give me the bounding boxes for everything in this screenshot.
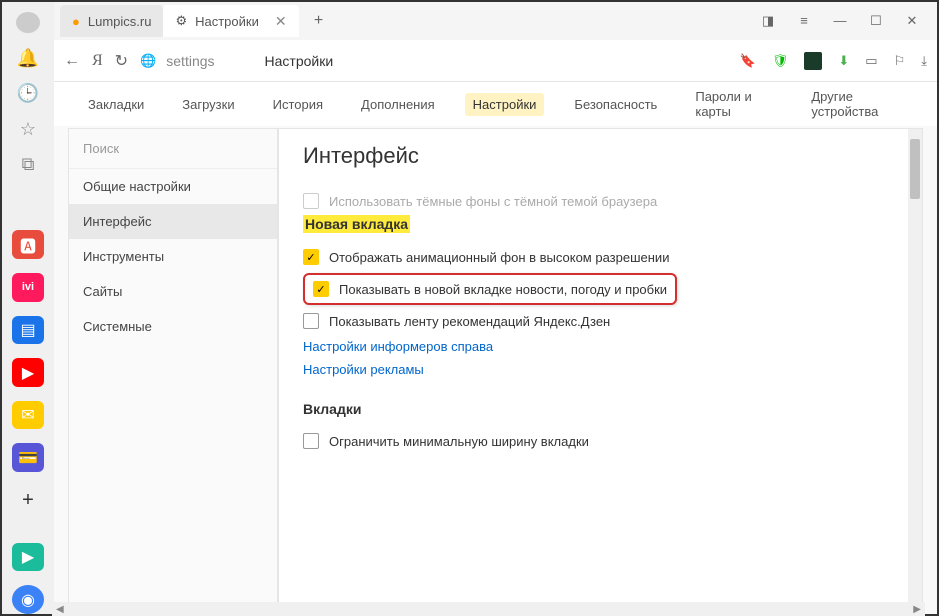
vertical-scrollbar[interactable]: [908, 129, 922, 613]
checkbox-icon[interactable]: [303, 433, 319, 449]
maximize-icon[interactable]: ☐: [867, 13, 885, 29]
checkbox-icon[interactable]: [303, 313, 319, 329]
add-app-button[interactable]: +: [12, 486, 44, 515]
nav-history[interactable]: История: [265, 93, 331, 116]
option-label: Показывать в новой вкладке новости, пого…: [339, 282, 667, 297]
scroll-right-icon[interactable]: ▶: [909, 604, 925, 615]
minimize-icon[interactable]: —: [831, 13, 849, 29]
sidebar-toggle-icon[interactable]: ◨: [759, 13, 777, 29]
shield-icon[interactable]: 🛡: [772, 53, 789, 69]
app-icon-ivi[interactable]: ivi: [12, 273, 44, 302]
sidebar-item-interface[interactable]: Интерфейс: [69, 204, 277, 239]
link-ads[interactable]: Настройки рекламы: [303, 358, 898, 381]
feedback-icon[interactable]: ⚐: [894, 53, 906, 69]
tab-strip: ● Lumpics.ru ⚙ Настройки ✕ + ◨ ≡ — ☐ ✕: [54, 2, 937, 40]
link-informers[interactable]: Настройки информеров справа: [303, 335, 898, 358]
menu-icon[interactable]: ≡: [795, 13, 813, 29]
sidebar-item-general[interactable]: Общие настройки: [69, 169, 277, 204]
bell-icon[interactable]: 🔔: [16, 47, 40, 68]
left-rail: 🔔 🕒 ☆ ⧉ 🅰 ivi ▤ ▶ ✉ 💳 + ▶ ◉: [2, 2, 54, 614]
address-bar: ← Я ↻ 🌐 settings Настройки 🔖 🛡 ⬇ ▭ ⚐ ⤓: [54, 40, 937, 82]
tab-label: Lumpics.ru: [88, 14, 152, 29]
app-icon-youtube[interactable]: ▶: [12, 358, 44, 387]
bookmark-icon[interactable]: 🔖: [740, 53, 756, 69]
app-icon-wallet[interactable]: 💳: [12, 443, 44, 472]
search-input[interactable]: Поиск: [69, 129, 277, 169]
content-area: Поиск Общие настройки Интерфейс Инструме…: [54, 126, 937, 614]
avatar[interactable]: [16, 12, 40, 33]
app-icon-play[interactable]: ▶: [12, 543, 44, 572]
section-title: Новая вкладка: [303, 215, 410, 233]
address-field[interactable]: 🌐 settings Настройки: [140, 53, 728, 69]
page-title: Интерфейс: [303, 143, 898, 169]
option-label: Использовать тёмные фоны с тёмной темой …: [329, 194, 657, 209]
settings-sidebar: Поиск Общие настройки Интерфейс Инструме…: [68, 128, 278, 614]
extension-icon[interactable]: [804, 52, 822, 70]
new-tab-button[interactable]: +: [305, 7, 333, 35]
browser-window: 🔔 🕒 ☆ ⧉ 🅰 ivi ▤ ▶ ✉ 💳 + ▶ ◉ ● Lumpics.ru…: [0, 0, 939, 616]
option-label: Ограничить минимальную ширину вкладки: [329, 434, 589, 449]
sidebar-item-sites[interactable]: Сайты: [69, 274, 277, 309]
clock-icon[interactable]: 🕒: [16, 83, 40, 104]
nav-bookmarks[interactable]: Закладки: [80, 93, 152, 116]
settings-content: Интерфейс Использовать тёмные фоны с тём…: [278, 128, 923, 614]
option-label: Отображать анимационный фон в высоком ра…: [329, 250, 669, 265]
option-anim-bg[interactable]: ✓ Отображать анимационный фон в высоком …: [303, 243, 898, 271]
section-new-tab: Новая вкладка ✓ Отображать анимационный …: [303, 215, 898, 381]
lock-icon: 🌐: [140, 53, 156, 69]
window-controls: ◨ ≡ — ☐ ✕: [759, 13, 931, 29]
nav-devices[interactable]: Другие устройства: [803, 85, 911, 123]
highlighted-option: ✓ Показывать в новой вкладке новости, по…: [303, 273, 677, 305]
reader-icon[interactable]: ▭: [865, 53, 877, 69]
nav-downloads[interactable]: Загрузки: [174, 93, 242, 116]
gear-icon: ⚙: [175, 13, 187, 29]
app-icon-translate[interactable]: 🅰: [12, 230, 44, 259]
horizontal-scrollbar[interactable]: ◀ ▶: [52, 602, 925, 616]
tab-settings[interactable]: ⚙ Настройки ✕: [163, 5, 298, 37]
tab-lumpics[interactable]: ● Lumpics.ru: [60, 5, 163, 37]
tab-label: Настройки: [195, 14, 259, 29]
nav-settings[interactable]: Настройки: [465, 93, 545, 116]
settings-nav: Закладки Загрузки История Дополнения Нас…: [54, 82, 937, 126]
option-zen[interactable]: Показывать ленту рекомендаций Яндекс.Дзе…: [303, 307, 898, 335]
close-window-icon[interactable]: ✕: [903, 13, 921, 29]
reload-button[interactable]: ↻: [115, 51, 128, 71]
star-icon[interactable]: ☆: [16, 118, 40, 139]
option-label: Показывать ленту рекомендаций Яндекс.Дзе…: [329, 314, 610, 329]
app-icon-mail[interactable]: ✉: [12, 401, 44, 430]
app-icon-docs[interactable]: ▤: [12, 316, 44, 345]
address-title: Настройки: [265, 53, 334, 69]
downloads-icon[interactable]: ⤓: [921, 53, 927, 69]
option-news-weather[interactable]: ✓ Показывать в новой вкладке новости, по…: [313, 279, 667, 299]
section-tabs: Вкладки Ограничить минимальную ширину вк…: [303, 401, 898, 455]
checkbox-icon[interactable]: ✓: [303, 249, 319, 265]
tab-favicon: ●: [72, 14, 80, 29]
section-title: Вкладки: [303, 401, 898, 417]
checkbox-icon[interactable]: [303, 193, 319, 209]
sidebar-item-system[interactable]: Системные: [69, 309, 277, 344]
main-area: ● Lumpics.ru ⚙ Настройки ✕ + ◨ ≡ — ☐ ✕ ←…: [54, 2, 937, 614]
sidebar-item-tools[interactable]: Инструменты: [69, 239, 277, 274]
download-arrow-icon[interactable]: ⬇: [838, 53, 849, 69]
checkbox-icon[interactable]: ✓: [313, 281, 329, 297]
close-icon[interactable]: ✕: [275, 13, 287, 30]
nav-security[interactable]: Безопасность: [566, 93, 665, 116]
nav-passwords[interactable]: Пароли и карты: [687, 85, 781, 123]
option-dark-bg[interactable]: Использовать тёмные фоны с тёмной темой …: [303, 187, 898, 215]
app-icon-alice[interactable]: ◉: [12, 585, 44, 614]
copy-icon[interactable]: ⧉: [16, 154, 40, 175]
option-min-width[interactable]: Ограничить минимальную ширину вкладки: [303, 427, 898, 455]
scroll-left-icon[interactable]: ◀: [52, 604, 68, 615]
address-text: settings: [166, 53, 214, 69]
back-button[interactable]: ←: [64, 52, 80, 70]
scrollbar-thumb[interactable]: [910, 139, 920, 199]
yandex-icon[interactable]: Я: [92, 52, 103, 70]
nav-addons[interactable]: Дополнения: [353, 93, 443, 116]
